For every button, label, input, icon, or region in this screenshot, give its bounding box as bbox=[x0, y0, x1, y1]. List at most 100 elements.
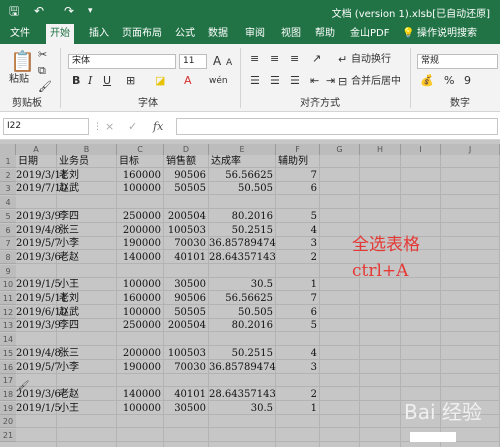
name-box-dropdown-icon[interactable]: ⋮ bbox=[93, 120, 102, 134]
cancel-icon[interactable]: × bbox=[105, 120, 114, 134]
percent-button[interactable]: % bbox=[444, 74, 454, 88]
cell-e18[interactable]: 28.64357143 bbox=[209, 388, 276, 401]
cell-c7[interactable]: 190000 bbox=[117, 237, 161, 250]
row-header[interactable]: 6 bbox=[0, 224, 16, 237]
cell-e12[interactable]: 50.505 bbox=[209, 306, 273, 319]
cell-f19[interactable]: 1 bbox=[276, 402, 317, 415]
cell-a10[interactable]: 2019/1/5 bbox=[16, 278, 61, 291]
cell-a3[interactable]: 2019/7/10 bbox=[16, 182, 67, 195]
cell-e1[interactable]: 达成率 bbox=[211, 155, 241, 168]
cell-e2[interactable]: 56.56625 bbox=[209, 169, 273, 182]
cell-c8[interactable]: 140000 bbox=[117, 251, 161, 264]
cell-b11[interactable]: 老刘 bbox=[59, 292, 79, 305]
cell-b13[interactable]: 李四 bbox=[59, 319, 79, 332]
increase-indent-icon[interactable]: ⇥ bbox=[326, 74, 335, 88]
font-size-select[interactable]: 11 bbox=[179, 54, 207, 69]
cell-f6[interactable]: 4 bbox=[276, 224, 317, 237]
cell-d11[interactable]: 90506 bbox=[164, 292, 206, 305]
merge-center-button[interactable]: 合并后居中 bbox=[351, 76, 401, 88]
row-header[interactable]: 10 bbox=[0, 278, 16, 291]
row-header[interactable]: 14 bbox=[0, 333, 16, 346]
cell-c19[interactable]: 100000 bbox=[117, 402, 161, 415]
border-icon[interactable]: ⊞ bbox=[126, 74, 135, 88]
row-header[interactable]: 1 bbox=[0, 155, 16, 168]
column-header[interactable]: I bbox=[401, 144, 441, 155]
cell-d12[interactable]: 50505 bbox=[164, 306, 206, 319]
row-header[interactable]: 21 bbox=[0, 429, 16, 442]
cell-f13[interactable]: 5 bbox=[276, 319, 317, 332]
cell-e10[interactable]: 30.5 bbox=[209, 278, 273, 291]
cell-c6[interactable]: 200000 bbox=[117, 224, 161, 237]
tell-me-search[interactable]: 操作说明搜索 bbox=[417, 27, 477, 41]
cell-c13[interactable]: 250000 bbox=[117, 319, 161, 332]
column-header[interactable]: D bbox=[164, 144, 209, 155]
tab-pdf[interactable]: 金山PDF bbox=[350, 27, 389, 41]
cell-a19[interactable]: 2019/1/5 bbox=[16, 402, 61, 415]
cell-e7[interactable]: 36.85789474 bbox=[209, 237, 276, 250]
row-header[interactable]: 18 bbox=[0, 388, 16, 401]
cell-c1[interactable]: 目标 bbox=[119, 155, 139, 168]
row-header[interactable]: 16 bbox=[0, 361, 16, 374]
cell-a6[interactable]: 2019/4/8 bbox=[16, 224, 61, 237]
increase-font-icon[interactable]: A bbox=[213, 54, 221, 68]
cell-e3[interactable]: 50.505 bbox=[209, 182, 273, 195]
row-header[interactable]: 13 bbox=[0, 319, 16, 332]
cell-f5[interactable]: 5 bbox=[276, 210, 317, 223]
cell-b18[interactable]: 老赵 bbox=[59, 388, 79, 401]
cell-b7[interactable]: 小李 bbox=[59, 237, 79, 250]
column-header[interactable]: A bbox=[16, 144, 57, 155]
cell-e11[interactable]: 56.56625 bbox=[209, 292, 273, 305]
cell-b2[interactable]: 老刘 bbox=[59, 169, 79, 182]
comma-style-button[interactable]: 9 bbox=[464, 74, 471, 88]
row-header[interactable]: 8 bbox=[0, 251, 16, 264]
column-header[interactable]: B bbox=[57, 144, 117, 155]
column-header[interactable]: C bbox=[117, 144, 164, 155]
decrease-font-icon[interactable]: A bbox=[226, 56, 232, 70]
cell-b12[interactable]: 赵武 bbox=[59, 306, 79, 319]
merge-icon[interactable]: ⊟ bbox=[338, 75, 347, 89]
undo-icon[interactable]: ↶ bbox=[34, 3, 44, 19]
align-top-icon[interactable]: ≡ bbox=[250, 52, 259, 66]
font-color-icon[interactable]: A bbox=[184, 74, 192, 88]
cell-a13[interactable]: 2019/3/9 bbox=[16, 319, 61, 332]
save-icon[interactable]: 🖫 bbox=[9, 3, 19, 19]
formula-input[interactable] bbox=[176, 118, 498, 135]
name-box[interactable]: I22 bbox=[3, 118, 89, 135]
cut-icon[interactable]: ✂ bbox=[38, 48, 47, 62]
cell-f15[interactable]: 4 bbox=[276, 347, 317, 360]
sheet-scroll-thumb[interactable] bbox=[410, 432, 456, 442]
cell-e13[interactable]: 80.2016 bbox=[209, 319, 273, 332]
cell-d7[interactable]: 70030 bbox=[164, 237, 206, 250]
align-left-icon[interactable]: ☰ bbox=[250, 74, 260, 88]
cell-e19[interactable]: 30.5 bbox=[209, 402, 273, 415]
cell-b10[interactable]: 小王 bbox=[59, 278, 79, 291]
cell-c5[interactable]: 250000 bbox=[117, 210, 161, 223]
cell-e8[interactable]: 28.64357143 bbox=[209, 251, 276, 264]
select-all-corner[interactable] bbox=[0, 144, 16, 155]
underline-button[interactable]: U bbox=[103, 74, 111, 88]
cell-d3[interactable]: 50505 bbox=[164, 182, 206, 195]
number-format-select[interactable]: 常规 bbox=[417, 54, 498, 69]
row-header[interactable]: 3 bbox=[0, 182, 16, 195]
column-header[interactable]: E bbox=[209, 144, 276, 155]
cell-b8[interactable]: 老赵 bbox=[59, 251, 79, 264]
cell-c18[interactable]: 140000 bbox=[117, 388, 161, 401]
cell-f10[interactable]: 1 bbox=[276, 278, 317, 291]
format-painter-icon[interactable]: 🖌 bbox=[38, 80, 52, 94]
cell-b15[interactable]: 张三 bbox=[59, 347, 79, 360]
cell-a1[interactable]: 日期 bbox=[18, 155, 38, 168]
tab-page-layout[interactable]: 页面布局 bbox=[122, 27, 162, 41]
cell-f8[interactable]: 2 bbox=[276, 251, 317, 264]
cell-d6[interactable]: 100503 bbox=[164, 224, 206, 237]
cell-f2[interactable]: 7 bbox=[276, 169, 317, 182]
row-header[interactable]: 5 bbox=[0, 210, 16, 223]
cell-b6[interactable]: 张三 bbox=[59, 224, 79, 237]
column-header[interactable]: G bbox=[320, 144, 360, 155]
row-header[interactable]: 4 bbox=[0, 196, 16, 209]
decrease-indent-icon[interactable]: ⇤ bbox=[310, 74, 319, 88]
cell-d18[interactable]: 40101 bbox=[164, 388, 206, 401]
cell-e15[interactable]: 50.2515 bbox=[209, 347, 273, 360]
row-header[interactable]: 12 bbox=[0, 306, 16, 319]
align-middle-icon[interactable]: ≡ bbox=[270, 52, 279, 66]
cell-d10[interactable]: 30500 bbox=[164, 278, 206, 291]
